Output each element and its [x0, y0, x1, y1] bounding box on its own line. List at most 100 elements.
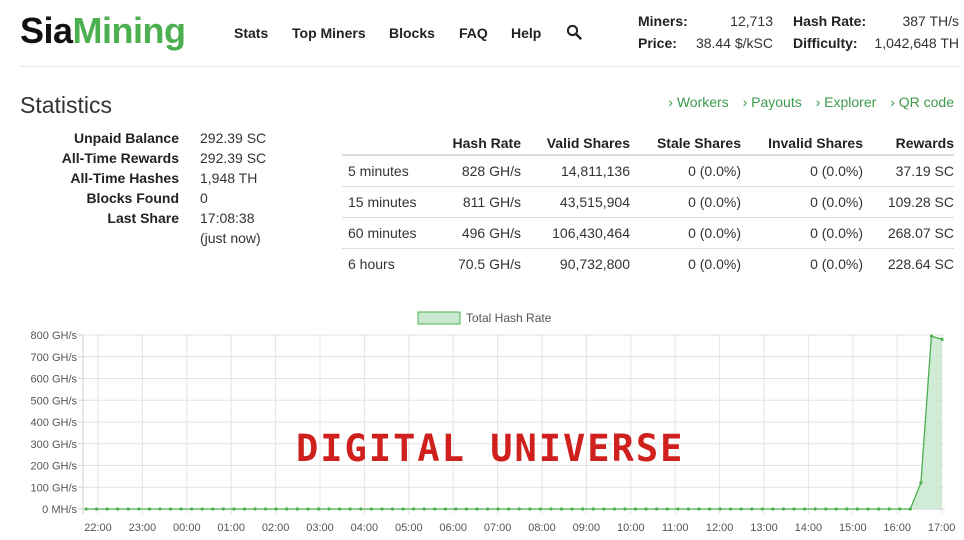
data-point: [390, 507, 395, 511]
data-point: [475, 507, 479, 511]
data-point: [908, 507, 912, 511]
data-point: [433, 507, 437, 511]
x-tick-label: 09:00: [573, 522, 601, 534]
cell-valid-shares: 14,811,136: [521, 154, 630, 187]
data-point: [158, 507, 162, 511]
y-tick-label: 400 GH/s: [31, 417, 78, 429]
y-tick-label: 300 GH/s: [31, 439, 78, 451]
data-point: [507, 507, 511, 511]
header-divider: [20, 66, 960, 67]
alltime-rewards-label: All-Time Rewards: [61, 150, 179, 166]
x-tick-label: 22:00: [84, 522, 112, 534]
data-point: [834, 507, 838, 511]
price-value: 38.44 $/kSC: [695, 35, 773, 51]
data-point: [887, 507, 891, 511]
data-point: [190, 507, 194, 511]
nav-stats[interactable]: Stats: [234, 25, 268, 41]
th-period: [342, 132, 425, 155]
alltime-hashes-label: All-Time Hashes: [70, 170, 179, 186]
data-point: [348, 507, 352, 511]
nav-top-miners[interactable]: Top Miners: [292, 25, 366, 41]
data-point: [729, 507, 733, 511]
page-title: Statistics: [20, 92, 113, 118]
data-point: [147, 507, 152, 511]
series-line: [86, 335, 943, 510]
cell-invalid-shares: 0 (0.0%): [741, 248, 863, 279]
data-point: [528, 507, 532, 511]
x-tick-label: 02:00: [262, 522, 290, 534]
data-point: [824, 507, 828, 511]
data-point: [126, 507, 130, 511]
logo-text-sia: Sia: [20, 10, 73, 51]
table-row: 15 minutes 811 GH/s 43,515,904 0 (0.0%) …: [342, 186, 954, 218]
data-point: [929, 334, 934, 338]
difficulty-label: Difficulty:: [793, 35, 858, 51]
hashrate-label: Hash Rate:: [793, 13, 867, 29]
data-point: [264, 507, 268, 511]
search-icon[interactable]: [566, 24, 582, 40]
data-point: [538, 507, 543, 511]
th-rewards: Rewards: [895, 135, 954, 151]
data-point: [781, 507, 786, 511]
cell-stale-shares: 0 (0.0%): [630, 248, 741, 279]
data-point: [274, 507, 278, 511]
data-point: [655, 507, 659, 511]
cell-invalid-shares: 0 (0.0%): [741, 217, 863, 249]
link-workers[interactable]: › Workers: [668, 94, 728, 110]
nav-help[interactable]: Help: [511, 25, 541, 41]
data-point: [919, 481, 923, 485]
data-point: [94, 507, 99, 511]
price-label: Price:: [638, 35, 677, 51]
y-tick-label: 600 GH/s: [31, 374, 78, 386]
cell-hash-rate: 70.5 GH/s: [425, 248, 521, 279]
logo-text-mining: Mining: [72, 10, 186, 51]
data-point: [676, 507, 680, 511]
y-tick-label: 0 MH/s: [42, 504, 77, 516]
data-point: [697, 507, 701, 511]
data-point: [496, 507, 500, 511]
data-point: [760, 507, 764, 511]
x-tick-label: 06:00: [439, 522, 467, 534]
cell-hash-rate: 811 GH/s: [425, 186, 521, 218]
data-point: [591, 507, 595, 511]
cell-hash-rate: 828 GH/s: [425, 154, 521, 187]
data-point: [707, 507, 712, 511]
data-point: [359, 507, 363, 511]
blocks-found-label: Blocks Found: [86, 190, 179, 206]
nav-faq[interactable]: FAQ: [459, 25, 488, 41]
logo[interactable]: SiaMining: [20, 10, 186, 52]
data-point: [792, 507, 796, 511]
data-point: [380, 507, 384, 511]
x-tick-label: 14:00: [795, 522, 823, 534]
data-point: [369, 507, 373, 511]
sub-nav: › Workers › Payouts › Explorer › QR code: [658, 94, 954, 110]
table-header-row: Hash Rate Valid Shares Stale Shares Inva…: [342, 132, 954, 155]
cell-rewards: 268.07 SC: [863, 217, 954, 249]
data-point: [295, 507, 299, 511]
miners-label: Miners:: [638, 13, 688, 29]
last-share-value: 17:08:38: [200, 210, 255, 226]
data-point: [612, 507, 616, 511]
data-point: [316, 507, 321, 511]
link-payouts[interactable]: › Payouts: [743, 94, 802, 110]
link-qr-code[interactable]: › QR code: [890, 94, 954, 110]
data-point: [179, 507, 183, 511]
x-tick-label: 10:00: [617, 522, 645, 534]
data-point: [602, 507, 606, 511]
data-point: [718, 507, 722, 511]
th-stale-shares: Stale Shares: [656, 135, 741, 151]
data-point: [570, 507, 574, 511]
data-point: [232, 507, 236, 511]
link-explorer[interactable]: › Explorer: [816, 94, 877, 110]
data-point: [549, 507, 553, 511]
data-point: [898, 507, 902, 511]
x-tick-label: 00:00: [173, 522, 201, 534]
data-point: [559, 507, 564, 511]
x-tick-label: 13:00: [750, 522, 778, 534]
nav-blocks[interactable]: Blocks: [389, 25, 435, 41]
data-point: [338, 507, 342, 511]
data-point: [168, 507, 173, 511]
cell-invalid-shares: 0 (0.0%): [741, 154, 863, 187]
data-point: [750, 507, 754, 511]
cell-rewards: 37.19 SC: [863, 154, 954, 187]
